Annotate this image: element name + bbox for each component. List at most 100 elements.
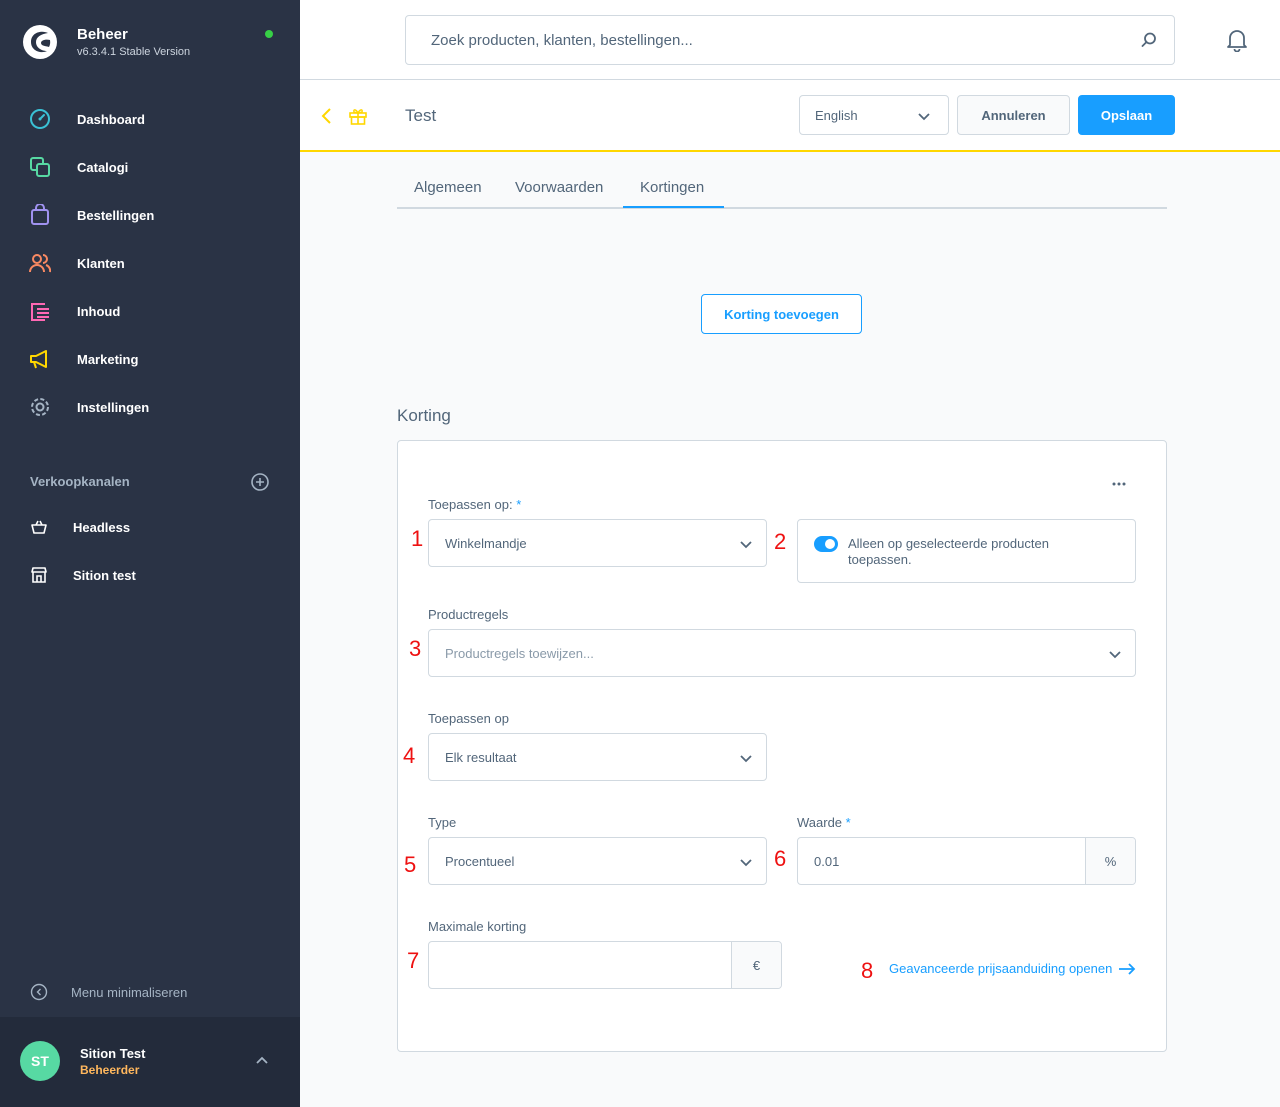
page-title: Test	[405, 106, 437, 125]
product-rules-placeholder: Productregels toewijzen...	[445, 646, 594, 661]
sidebar-item-label: Inhoud	[77, 303, 121, 319]
channel-label: Sition test	[73, 567, 136, 583]
sidebar-item-catalog[interactable]: Catalogi	[28, 155, 128, 179]
user-name: Sition Test	[80, 1046, 146, 1061]
annotation-8: 8	[861, 958, 874, 983]
customers-icon	[28, 251, 52, 275]
top-bar	[300, 0, 1280, 80]
catalog-icon	[28, 155, 52, 179]
chevron-down-icon	[740, 541, 752, 549]
tab-general[interactable]: Algemeen	[414, 179, 482, 196]
menu-minimize[interactable]: Menu minimaliseren	[30, 983, 187, 1001]
cancel-button[interactable]: Annuleren	[957, 95, 1070, 135]
chevron-down-icon	[1109, 651, 1121, 659]
sidebar: Beheer v6.3.4.1 Stable Version Dashboard…	[0, 0, 300, 1107]
chevron-down-icon	[740, 859, 752, 867]
max-discount-field: €	[428, 941, 782, 989]
sidebar-item-marketing[interactable]: Marketing	[28, 347, 138, 371]
sidebar-item-label: Klanten	[77, 255, 125, 271]
apply-on-select[interactable]: Winkelmandje	[428, 519, 767, 567]
type-label: Type	[428, 815, 457, 830]
more-options-icon[interactable]	[1109, 479, 1129, 489]
sidebar-channel-sition-test[interactable]: Sition test	[30, 565, 136, 585]
channel-label: Headless	[73, 519, 131, 535]
brand[interactable]: Beheer v6.3.4.1 Stable Version	[22, 24, 190, 60]
active-tab-indicator	[623, 206, 724, 208]
sidebar-item-settings[interactable]: Instellingen	[28, 395, 149, 419]
type-select[interactable]: Procentueel	[428, 837, 767, 885]
type-value: Procentueel	[445, 854, 515, 869]
product-rules-label: Productregels	[428, 607, 509, 622]
only-selected-products-field: Alleen op geselecteerde producten toepas…	[797, 519, 1136, 583]
tab-conditions[interactable]: Voorwaarden	[515, 179, 603, 196]
apply-to-value: Elk resultaat	[445, 750, 517, 765]
brand-version: v6.3.4.1 Stable Version	[77, 46, 191, 58]
sidebar-item-label: Marketing	[77, 351, 139, 367]
only-selected-products-switch[interactable]	[814, 536, 838, 552]
annotation-6: 6	[774, 846, 787, 871]
sidebar-item-content[interactable]: Inhoud	[28, 299, 120, 323]
storefront-icon	[31, 567, 47, 583]
annotation-1: 1	[411, 526, 424, 551]
chevron-down-icon	[740, 755, 752, 763]
menu-minimize-label: Menu minimaliseren	[71, 984, 188, 1000]
basket-icon	[31, 520, 47, 534]
gift-icon	[349, 109, 367, 125]
chevron-left-icon[interactable]	[320, 107, 334, 125]
max-discount-suffix: €	[731, 942, 781, 988]
language-select[interactable]: English	[799, 95, 949, 135]
user-menu[interactable]: ST Sition Test Beheerder	[0, 1017, 300, 1107]
shopping-bag-icon	[28, 203, 52, 227]
value-field: %	[797, 837, 1136, 885]
language-value: English	[815, 108, 858, 123]
apply-to-label: Toepassen op	[428, 711, 509, 726]
content-icon	[28, 299, 52, 323]
chevron-up-icon[interactable]	[254, 1053, 270, 1069]
add-discount-button[interactable]: Korting toevoegen	[701, 294, 862, 334]
search-input[interactable]	[431, 16, 1111, 64]
add-sales-channel-icon[interactable]	[250, 472, 270, 492]
bell-icon[interactable]	[1226, 28, 1248, 52]
sidebar-item-label: Dashboard	[77, 111, 145, 127]
discount-card: Toepassen op: * 1 Winkelmandje 2 Alleen …	[397, 440, 1167, 1052]
advanced-pricing-link[interactable]: Geavanceerde prijsaanduiding openen	[889, 961, 1136, 976]
sidebar-item-dashboard[interactable]: Dashboard	[28, 107, 145, 131]
sidebar-item-label: Instellingen	[77, 399, 150, 415]
max-discount-input[interactable]	[429, 942, 731, 988]
apply-on-label: Toepassen op: *	[428, 497, 522, 512]
value-input[interactable]	[798, 838, 1085, 884]
annotation-5: 5	[404, 852, 417, 877]
sidebar-channel-headless[interactable]: Headless	[30, 517, 130, 537]
annotation-3: 3	[409, 636, 422, 661]
tab-discounts[interactable]: Kortingen	[640, 179, 704, 196]
switch-knob	[825, 539, 835, 549]
shopware-logo-icon	[23, 25, 57, 59]
max-discount-label: Maximale korting	[428, 919, 527, 934]
status-dot	[265, 30, 273, 38]
value-label: Waarde *	[797, 815, 851, 830]
user-role: Beheerder	[80, 1063, 140, 1077]
save-button[interactable]: Opslaan	[1078, 95, 1175, 135]
product-rules-select[interactable]: Productregels toewijzen...	[428, 629, 1136, 677]
dashboard-icon	[28, 107, 52, 131]
chevron-left-circle-icon	[30, 983, 48, 1001]
search-icon[interactable]	[1140, 31, 1158, 49]
advanced-pricing-label: Geavanceerde prijsaanduiding openen	[889, 961, 1113, 976]
annotation-7: 7	[407, 948, 420, 973]
sidebar-item-label: Bestellingen	[77, 207, 155, 223]
apply-to-select[interactable]: Elk resultaat	[428, 733, 767, 781]
sidebar-item-label: Catalogi	[77, 159, 129, 175]
arrow-right-icon	[1119, 962, 1136, 975]
annotation-2: 2	[774, 529, 787, 554]
annotation-4: 4	[403, 743, 416, 768]
sales-channels-title: Verkoopkanalen	[30, 474, 130, 489]
brand-name: Beheer	[77, 26, 128, 43]
sidebar-item-orders[interactable]: Bestellingen	[28, 203, 154, 227]
gear-icon	[28, 395, 52, 419]
avatar: ST	[20, 1041, 60, 1081]
sidebar-item-customers[interactable]: Klanten	[28, 251, 125, 275]
tab-bar: Algemeen Voorwaarden Kortingen	[397, 168, 1167, 209]
discount-card-title: Korting	[397, 406, 451, 425]
search-box[interactable]	[405, 15, 1175, 65]
value-suffix: %	[1085, 838, 1135, 884]
